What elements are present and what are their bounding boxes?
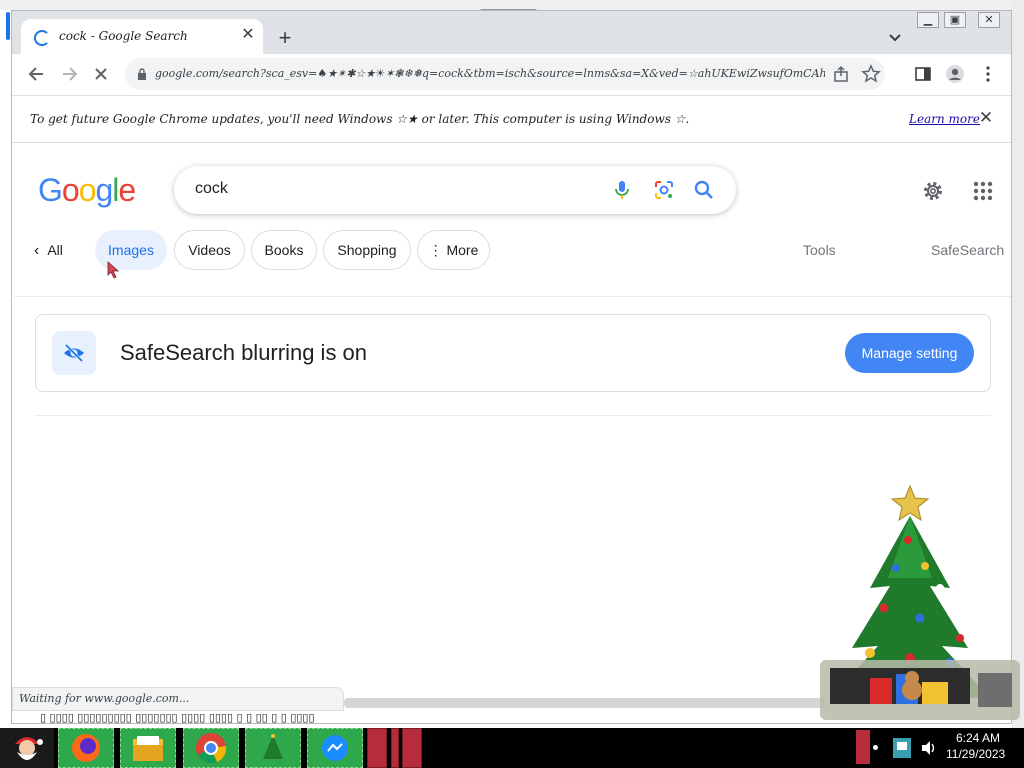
taskbar-messenger[interactable] bbox=[307, 728, 363, 768]
taskbar-chrome[interactable] bbox=[183, 728, 239, 768]
tab-all-label: All bbox=[47, 242, 63, 258]
chevron-left-icon: ‹ bbox=[34, 242, 40, 259]
safesearch-button[interactable]: SafeSearch bbox=[931, 230, 1004, 270]
lock-icon[interactable] bbox=[137, 68, 147, 80]
tab-shopping[interactable]: Shopping bbox=[323, 230, 411, 270]
learn-more-link[interactable]: Learn more bbox=[909, 112, 980, 126]
taskbar-slot[interactable] bbox=[367, 728, 387, 768]
tab-all[interactable]: ‹ All bbox=[34, 230, 63, 270]
lens-icon[interactable] bbox=[652, 178, 676, 202]
browser-toolbar: google.com/search?sca_esv=♠★✴✱☆★☀✶❃❄❅q=c… bbox=[12, 54, 1011, 94]
infobar-message: To get future Google Chrome updates, you… bbox=[30, 112, 690, 126]
taskbar-explorer[interactable] bbox=[120, 728, 176, 768]
share-icon[interactable] bbox=[831, 64, 851, 84]
profile-icon[interactable] bbox=[945, 64, 965, 84]
search-icon[interactable] bbox=[692, 178, 716, 202]
taskbar: 6:24 AM 11/29/2023 bbox=[0, 728, 1024, 768]
maximize-button[interactable]: ▣ bbox=[944, 12, 966, 28]
santa-icon bbox=[15, 737, 43, 760]
tab-strip: cock - Google Search ✕ + ▁ ▣ ✕ bbox=[12, 11, 1011, 55]
address-bar[interactable]: google.com/search?sca_esv=♠★✴✱☆★☀✶❃❄❅q=c… bbox=[125, 58, 885, 90]
divider bbox=[14, 296, 1011, 297]
google-logo[interactable]: Google bbox=[38, 172, 136, 209]
messenger-icon bbox=[322, 735, 348, 761]
gear-icon[interactable] bbox=[921, 179, 945, 203]
more-dots-icon: ⋮ bbox=[428, 242, 447, 258]
sidepanel-icon[interactable] bbox=[913, 64, 933, 84]
taskbar-slot[interactable] bbox=[391, 728, 399, 768]
search-filter-bar: ‹ All Images Videos Books Shopping ⋮ More… bbox=[14, 230, 1011, 274]
safesearch-message: SafeSearch blurring is on bbox=[120, 340, 368, 365]
taskbar-firefox[interactable] bbox=[58, 728, 114, 768]
tab-books[interactable]: Books bbox=[251, 230, 317, 270]
tab-images[interactable]: Images bbox=[95, 230, 167, 270]
volume-icon[interactable] bbox=[920, 740, 938, 756]
taskbar-slot[interactable] bbox=[402, 728, 422, 768]
safesearch-card: SafeSearch blurring is on Manage setting bbox=[35, 314, 991, 392]
window-close-button[interactable]: ✕ bbox=[978, 12, 1000, 28]
search-input[interactable]: cock bbox=[195, 180, 228, 198]
background-window-text: ▯ ▯▯▯▯ ▯▯▯▯▯▯▯▯▯ ▯▯▯▯▯▯▯ ▯▯▯▯ ▯▯▯▯ ▯ ▯ ▯… bbox=[40, 711, 315, 724]
eye-off-icon bbox=[64, 343, 84, 363]
folder-icon bbox=[133, 736, 163, 761]
safesearch-icon-wrapper bbox=[52, 331, 96, 375]
christmas-tree-decoration bbox=[820, 484, 1020, 720]
tools-button[interactable]: Tools bbox=[803, 230, 836, 270]
minimize-button[interactable]: ▁ bbox=[917, 12, 939, 28]
divider bbox=[35, 415, 991, 416]
firefox-icon bbox=[72, 734, 100, 762]
taskbar-xmas-tree[interactable] bbox=[245, 728, 301, 768]
stop-icon[interactable] bbox=[88, 61, 114, 87]
desktop-edge-accent bbox=[6, 12, 10, 40]
tab-title: cock - Google Search bbox=[59, 29, 188, 43]
mouse-cursor-icon bbox=[107, 261, 120, 279]
status-bubble: Waiting for www.google.com... bbox=[12, 687, 344, 711]
chrome-icon bbox=[196, 733, 227, 764]
tab-more[interactable]: ⋮ More bbox=[417, 230, 490, 270]
tree-icon bbox=[263, 734, 283, 759]
update-infobar: To get future Google Chrome updates, you… bbox=[12, 95, 1011, 143]
url-text[interactable]: google.com/search?sca_esv=♠★✴✱☆★☀✶❃❄❅q=c… bbox=[155, 67, 825, 80]
tray-dot-icon bbox=[873, 745, 878, 750]
back-arrow-icon[interactable] bbox=[24, 61, 50, 87]
spinner-icon bbox=[34, 30, 50, 46]
plus-icon[interactable]: + bbox=[272, 26, 298, 52]
star-icon[interactable] bbox=[861, 64, 881, 84]
network-icon[interactable] bbox=[892, 737, 912, 759]
infobar-close-icon[interactable]: ✕ bbox=[976, 108, 996, 128]
tab-videos[interactable]: Videos bbox=[174, 230, 245, 270]
mic-icon[interactable] bbox=[610, 178, 634, 202]
search-box[interactable]: cock bbox=[174, 166, 736, 214]
tray-show-hidden[interactable] bbox=[856, 730, 870, 764]
clock-time[interactable]: 6:24 AM bbox=[956, 731, 1000, 745]
chevron-down-icon[interactable] bbox=[885, 28, 905, 48]
santa-start-button[interactable] bbox=[0, 728, 54, 768]
tab-more-label: More bbox=[446, 242, 479, 258]
apps-icon[interactable] bbox=[972, 180, 994, 202]
manage-setting-button[interactable]: Manage setting bbox=[845, 333, 974, 373]
kebab-icon[interactable] bbox=[978, 64, 998, 84]
browser-tab-active[interactable]: cock - Google Search ✕ bbox=[21, 19, 263, 55]
horizontal-scrollbar[interactable] bbox=[344, 698, 824, 708]
forward-arrow-icon[interactable] bbox=[56, 61, 82, 87]
close-icon[interactable]: ✕ bbox=[238, 25, 258, 45]
clock-date[interactable]: 11/29/2023 bbox=[946, 747, 1005, 761]
